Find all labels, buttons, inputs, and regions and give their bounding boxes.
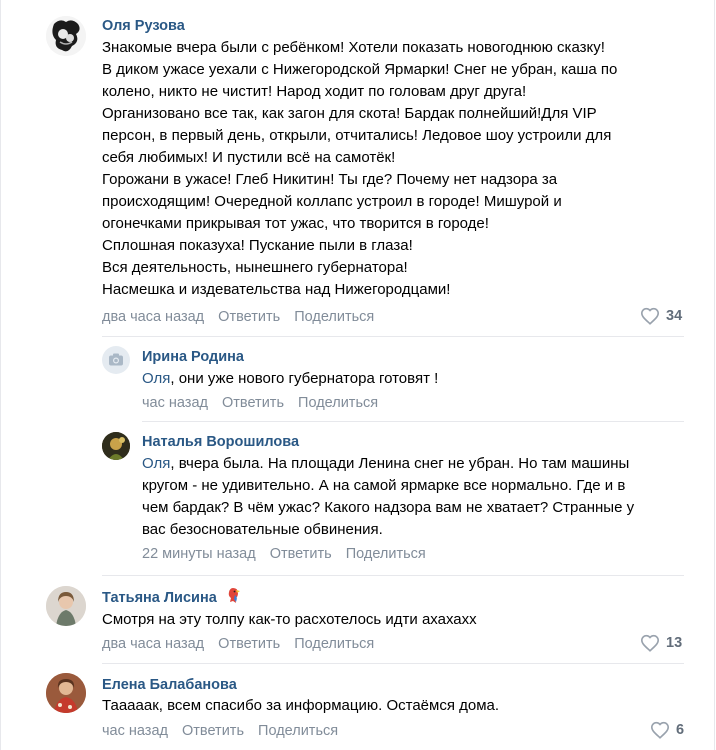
text-content: , они уже нового губернатора готовят ! — [170, 370, 439, 387]
avatar[interactable] — [46, 673, 86, 713]
comment-author[interactable]: Оля Рузова — [102, 17, 185, 35]
heart-icon — [650, 721, 670, 739]
comment-meta: два часа назад Ответить Поделиться — [102, 308, 384, 326]
reply-to-link[interactable]: Оля — [142, 455, 170, 472]
comment-author[interactable]: Наталья Ворошилова — [142, 433, 299, 451]
comment-time[interactable]: час назад — [142, 395, 208, 411]
separator — [102, 575, 684, 576]
reply-button[interactable]: Ответить — [182, 723, 244, 739]
share-button[interactable]: Поделиться — [346, 546, 426, 562]
reply-button[interactable]: Ответить — [218, 309, 280, 325]
comment-meta: час назад Ответить Поделиться — [102, 722, 348, 740]
text-line: Сплошная показуха! Пускание пыли в глаза… — [102, 237, 413, 254]
left-border — [0, 0, 1, 750]
comment-time[interactable]: два часа назад — [102, 636, 204, 652]
comment-text: Смотря на эту толпу как-то расхотелось и… — [102, 609, 477, 631]
reply-button[interactable]: Ответить — [218, 636, 280, 652]
share-button[interactable]: Поделиться — [298, 395, 378, 411]
comment-time[interactable]: два часа назад — [102, 309, 204, 325]
text-line: В диком ужасе уехали с Нижегородской Ярм… — [102, 61, 618, 78]
text-line: колено, никто не чистит! Народ ходит по … — [102, 83, 527, 100]
like-count: 34 — [666, 308, 683, 324]
heart-icon — [640, 634, 660, 652]
text-line: Оля, вчера была. На площади Ленина снег … — [142, 453, 634, 475]
reply-button[interactable]: Ответить — [270, 546, 332, 562]
text-line: Вся деятельность, нынешнего губернатора! — [102, 259, 408, 276]
text-line: чем бардак? В чём ужас? Какого надзора в… — [142, 499, 635, 516]
like-count: 6 — [676, 722, 685, 738]
avatar[interactable] — [102, 346, 130, 374]
heart-icon — [640, 307, 660, 325]
comment-text: Тааааак, всем спасибо за информацию. Ост… — [102, 695, 499, 717]
share-button[interactable]: Поделиться — [294, 309, 374, 325]
text-line: происходящим! Очередной коллапс устроил … — [102, 193, 562, 210]
comment-time[interactable]: час назад — [102, 723, 168, 739]
text-line: Насмешка и издевательства над Нижегородц… — [102, 281, 451, 298]
like-button[interactable]: 34 — [640, 307, 682, 325]
text-line: кругом - не удивительно. А на самой ярма… — [142, 477, 626, 494]
text-line: Знакомые вчера были с ребёнком! Хотели п… — [102, 39, 605, 56]
reply-button[interactable]: Ответить — [222, 395, 284, 411]
like-count: 13 — [666, 635, 683, 651]
text-line: Организовано все так, как загон для скот… — [102, 105, 597, 122]
parrot-emoji-icon — [228, 588, 240, 603]
comment-meta: час назад Ответить Поделиться — [142, 394, 388, 412]
avatar[interactable] — [46, 16, 86, 56]
comment-time[interactable]: 22 минуты назад — [142, 546, 256, 562]
avatar[interactable] — [102, 432, 130, 460]
reply-to-link[interactable]: Оля — [142, 370, 170, 387]
text-line: Горожани в ужасе! Глеб Никитин! Ты где? … — [102, 171, 558, 188]
text-line: вас безосновательные обвинения. — [142, 521, 383, 538]
comment-text: Оля, они уже нового губернатора готовят … — [142, 368, 438, 390]
comment-author[interactable]: Татьяна Лисина — [102, 589, 217, 607]
share-button[interactable]: Поделиться — [294, 636, 374, 652]
right-border — [714, 0, 715, 750]
text-line: Оля, они уже нового губернатора готовят … — [142, 368, 438, 390]
avatar[interactable] — [46, 586, 86, 626]
share-button[interactable]: Поделиться — [258, 723, 338, 739]
separator — [142, 421, 684, 422]
text-line: огонечками прикрывая тот ужас, что твори… — [102, 215, 489, 232]
text-content: , вчера была. На площади Ленина снег не … — [170, 455, 630, 472]
comment-author[interactable]: Ирина Родина — [142, 348, 244, 366]
like-button[interactable]: 13 — [640, 634, 682, 652]
comment-text: Знакомые вчера были с ребёнком! Хотели п… — [102, 37, 617, 301]
text-line: персон, в первый день, открыли, отчитали… — [102, 127, 612, 144]
separator — [102, 336, 684, 337]
comment-text: Оля, вчера была. На площади Ленина снег … — [142, 453, 634, 541]
comment-meta: 22 минуты назад Ответить Поделиться — [142, 545, 436, 563]
like-button[interactable]: 6 — [650, 721, 684, 739]
text-line: Тааааак, всем спасибо за информацию. Ост… — [102, 697, 500, 714]
comment-author[interactable]: Елена Балабанова — [102, 676, 237, 694]
separator — [102, 663, 684, 664]
comment-meta: два часа назад Ответить Поделиться — [102, 635, 384, 653]
text-line: себя любимых! И пустили всё на самотёк! — [102, 149, 396, 166]
text-line: Смотря на эту толпу как-то расхотелось и… — [102, 611, 477, 628]
camera-icon — [109, 353, 123, 366]
